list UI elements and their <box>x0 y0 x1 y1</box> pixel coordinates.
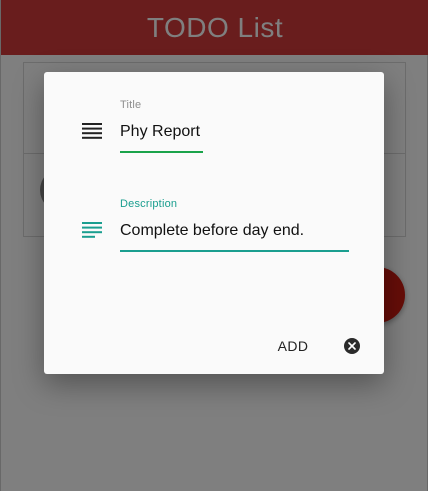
description-input[interactable] <box>120 220 346 242</box>
title-input-underline <box>120 151 203 153</box>
close-circle-icon <box>348 342 356 350</box>
add-button[interactable]: ADD <box>270 333 316 359</box>
subject-icon <box>82 123 102 139</box>
notes-icon <box>82 222 102 238</box>
title-input[interactable] <box>120 121 240 143</box>
description-field-label: Description <box>120 198 178 210</box>
title-field-label: Title <box>120 99 142 111</box>
add-todo-dialog: Title Description ADD <box>44 72 384 374</box>
description-input-underline <box>120 250 349 252</box>
close-button[interactable] <box>344 338 360 354</box>
